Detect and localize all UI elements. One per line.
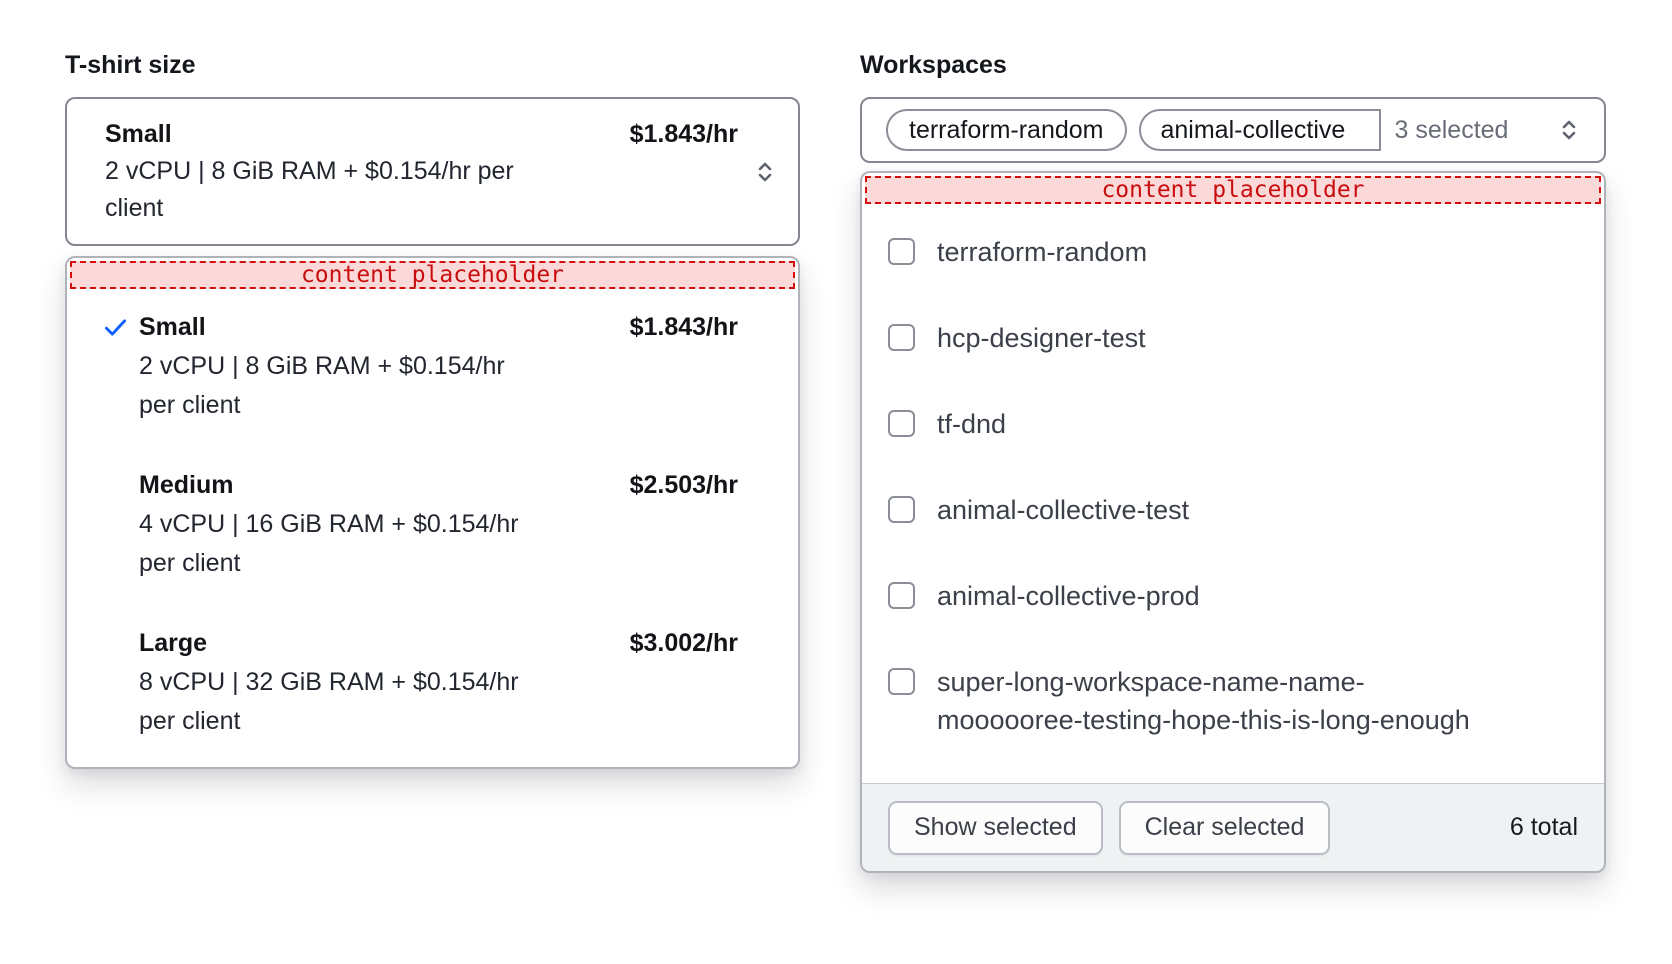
workspace-options-list: terraform-random hcp-designer-test tf-dn… bbox=[862, 207, 1604, 783]
content-placeholder-banner: content placeholder bbox=[70, 261, 795, 289]
check-icon bbox=[101, 308, 139, 425]
option-description: 2 vCPU | 8 GiB RAM + $0.154/hr per clien… bbox=[139, 347, 738, 425]
chevron-updown-icon bbox=[1554, 115, 1584, 145]
check-placeholder bbox=[101, 624, 139, 741]
checkbox-unchecked[interactable] bbox=[888, 324, 915, 351]
option-price: $2.503/hr bbox=[630, 466, 738, 505]
checkbox-unchecked[interactable] bbox=[888, 668, 915, 695]
option-title: Small bbox=[139, 308, 206, 347]
checkbox-unchecked[interactable] bbox=[888, 410, 915, 437]
clear-selected-button[interactable]: Clear selected bbox=[1119, 801, 1331, 855]
workspaces-dropdown: content placeholder terraform-random hcp… bbox=[860, 171, 1606, 873]
size-option-large[interactable]: Large $3.002/hr 8 vCPU | 32 GiB RAM + $0… bbox=[67, 624, 798, 741]
workspace-option-tf-dnd[interactable]: tf-dnd bbox=[888, 405, 1584, 443]
option-title: Large bbox=[139, 624, 207, 663]
workspace-option-animal-collective-prod[interactable]: animal-collective-prod bbox=[888, 577, 1584, 615]
show-selected-button[interactable]: Show selected bbox=[888, 801, 1103, 855]
option-description: 4 vCPU | 16 GiB RAM + $0.154/hr per clie… bbox=[139, 505, 738, 583]
workspace-name: tf-dnd bbox=[937, 405, 1006, 443]
option-content: Large $3.002/hr 8 vCPU | 32 GiB RAM + $0… bbox=[139, 624, 738, 741]
workspaces-trigger[interactable]: terraform-random animal-collective 3 sel… bbox=[860, 97, 1606, 163]
checkbox-unchecked[interactable] bbox=[888, 582, 915, 609]
tshirt-size-dropdown: content placeholder Small $1.843/hr 2 vC… bbox=[65, 256, 800, 769]
check-placeholder bbox=[101, 466, 139, 583]
tshirt-size-section: T-shirt size Small $1.843/hr 2 vCPU | 8 … bbox=[65, 50, 800, 769]
option-title: Medium bbox=[139, 466, 233, 505]
workspace-name: super-long-workspace-name-name- mooooore… bbox=[937, 663, 1470, 739]
selected-size-title: Small bbox=[105, 116, 172, 153]
selected-size-description: 2 vCPU | 8 GiB RAM + $0.154/hr per clien… bbox=[105, 153, 738, 227]
tag-animal-collective[interactable]: animal-collective bbox=[1139, 109, 1381, 151]
total-count: 6 total bbox=[1510, 813, 1578, 842]
workspace-option-super-long-name[interactable]: super-long-workspace-name-name- mooooore… bbox=[888, 663, 1584, 739]
size-option-small[interactable]: Small $1.843/hr 2 vCPU | 8 GiB RAM + $0.… bbox=[67, 308, 798, 425]
option-content: Small $1.843/hr 2 vCPU | 8 GiB RAM + $0.… bbox=[139, 308, 738, 425]
selected-size-price: $1.843/hr bbox=[630, 116, 738, 153]
workspace-option-hcp-designer-test[interactable]: hcp-designer-test bbox=[888, 319, 1584, 357]
size-option-medium[interactable]: Medium $2.503/hr 4 vCPU | 16 GiB RAM + $… bbox=[67, 466, 798, 583]
dropdown-footer: Show selected Clear selected 6 total bbox=[862, 783, 1604, 871]
option-description: 8 vCPU | 32 GiB RAM + $0.154/hr per clie… bbox=[139, 663, 738, 741]
size-options-list: Small $1.843/hr 2 vCPU | 8 GiB RAM + $0.… bbox=[67, 292, 798, 741]
chevron-updown-icon bbox=[750, 157, 780, 187]
workspaces-section: Workspaces terraform-random animal-colle… bbox=[860, 50, 1606, 873]
workspace-name: animal-collective-prod bbox=[937, 577, 1200, 615]
tshirt-size-trigger[interactable]: Small $1.843/hr 2 vCPU | 8 GiB RAM + $0.… bbox=[65, 97, 800, 246]
trigger-title-row: Small $1.843/hr bbox=[105, 116, 738, 153]
tag-terraform-random[interactable]: terraform-random bbox=[886, 109, 1127, 151]
checkbox-unchecked[interactable] bbox=[888, 496, 915, 523]
workspace-name: hcp-designer-test bbox=[937, 319, 1146, 357]
option-price: $1.843/hr bbox=[630, 308, 738, 347]
workspaces-label: Workspaces bbox=[860, 50, 1606, 80]
tshirt-size-label: T-shirt size bbox=[65, 50, 800, 80]
checkbox-unchecked[interactable] bbox=[888, 238, 915, 265]
workspace-option-terraform-random[interactable]: terraform-random bbox=[888, 233, 1584, 271]
selected-count: 3 selected bbox=[1395, 116, 1509, 145]
option-price: $3.002/hr bbox=[630, 624, 738, 663]
workspace-name: animal-collective-test bbox=[937, 491, 1189, 529]
workspace-option-animal-collective-test[interactable]: animal-collective-test bbox=[888, 491, 1584, 529]
content-placeholder-banner: content placeholder bbox=[865, 176, 1601, 204]
workspace-name: terraform-random bbox=[937, 233, 1147, 271]
option-content: Medium $2.503/hr 4 vCPU | 16 GiB RAM + $… bbox=[139, 466, 738, 583]
